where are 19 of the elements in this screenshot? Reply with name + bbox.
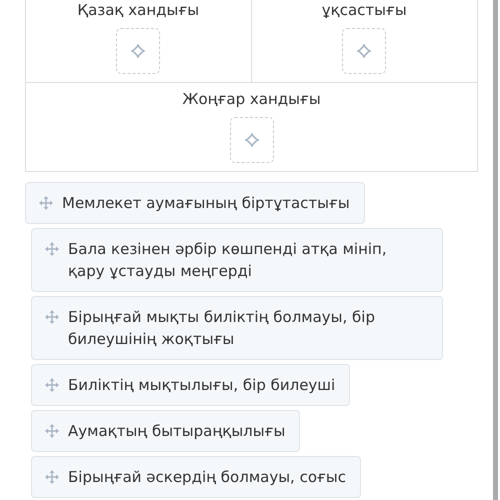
move-icon (44, 469, 60, 485)
draggable-option[interactable]: Аумақтың бытыраңқылығы (31, 410, 300, 452)
draggable-option[interactable]: Мемлекет аумағының біртұтастығы (25, 182, 365, 224)
category-label: Жоңғар хандығы (182, 89, 321, 109)
draggable-option[interactable]: Бірыңғай мықты биліктің болмауы, бір билеушінің жоқтығы (31, 296, 443, 360)
move-icon (38, 195, 54, 211)
category-label: ұқсастығы (322, 0, 407, 20)
draggable-option[interactable]: Бірыңғай әскердің болмауы, соғыс (31, 456, 361, 498)
draggable-option[interactable]: Бала кезінен әрбір көшпенді атқа мініп, қару ұстауды меңгерді (31, 228, 443, 292)
scrollbar[interactable] (493, 0, 498, 500)
drop-zone[interactable] (342, 28, 386, 74)
move-icon (44, 423, 60, 439)
drop-zone[interactable] (116, 28, 160, 74)
move-icon (44, 309, 60, 325)
category-label: Қазақ хандығы (77, 0, 200, 20)
drop-zone[interactable] (230, 117, 274, 163)
draggable-option[interactable]: Биліктің мықтылығы, бір билеуші (31, 364, 350, 406)
move-icon (44, 377, 60, 393)
move-icon (44, 241, 60, 257)
